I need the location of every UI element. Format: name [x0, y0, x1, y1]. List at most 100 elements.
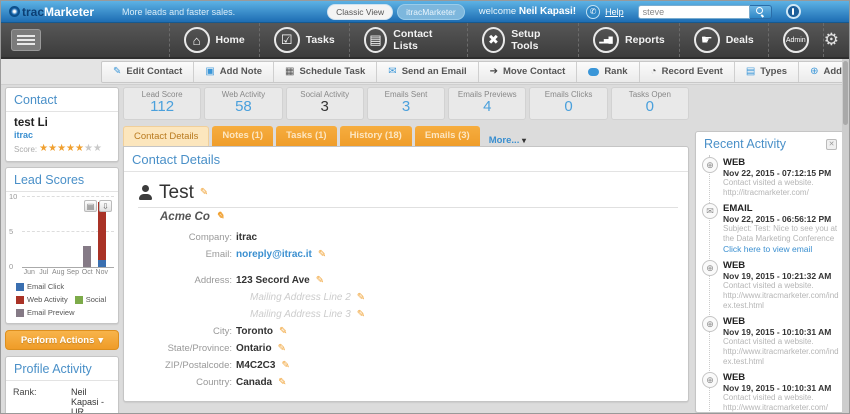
contact-company-link[interactable]: itrac: [14, 130, 110, 140]
toolbar-button-add-note[interactable]: ▣Add Note: [194, 62, 274, 82]
star-icon: ★: [93, 143, 102, 154]
star-icon: ★: [48, 143, 57, 154]
tab-history-18[interactable]: History (18): [340, 126, 412, 146]
field-row-state-province: State/Province:Ontario✎: [144, 340, 688, 357]
toolbar-button-label: Move Contact: [503, 66, 565, 77]
phone-support-icon[interactable]: ✆: [586, 5, 600, 19]
stat-tasks-open: Tasks Open0: [611, 87, 689, 120]
left-sidebar: Contact test Li itrac Score: ★★★★★★★ Lea…: [5, 87, 119, 414]
profile-row-rank: Rank:Neil Kapasi - UR: [13, 387, 111, 414]
more-tabs-link[interactable]: More... ▾: [489, 135, 526, 146]
nav-item-reports[interactable]: ▂▅█Reports: [578, 23, 679, 57]
classic-view-button[interactable]: Classic View: [327, 4, 393, 20]
stat-web-activity: Web Activity58: [204, 87, 282, 120]
toolbar-button-send-an-email[interactable]: ✉Send an Email: [377, 62, 478, 82]
activity-text: http://www.itracmarketer.com/: [723, 403, 839, 413]
edit-pencil-icon[interactable]: ✎: [357, 292, 365, 303]
scrollbar-thumb[interactable]: [843, 61, 848, 125]
logout-power-button[interactable]: [786, 4, 801, 19]
edit-pencil-icon[interactable]: ✎: [281, 360, 289, 371]
logo-trac: trac: [22, 5, 44, 19]
stat-emails-sent: Emails Sent3: [367, 87, 445, 120]
logo-marketer: Marketer: [44, 5, 94, 19]
chart-print-icon[interactable]: ▤: [84, 200, 97, 212]
activity-date: Nov 19, 2015 - 10:21:32 AM: [723, 271, 839, 281]
globe-icon: ⊕: [702, 372, 718, 388]
company-title: Acme Co: [160, 211, 210, 223]
tab-contact-details[interactable]: Contact Details: [123, 126, 209, 146]
edit-pencil-icon[interactable]: ✎: [318, 249, 326, 260]
edit-pencil-icon[interactable]: ✎: [316, 275, 324, 286]
field-row-city: City:Toronto✎: [144, 323, 688, 340]
tab-emails-3[interactable]: Emails (3): [415, 126, 480, 146]
edit-name-pencil-icon[interactable]: ✎: [200, 187, 208, 198]
search-input[interactable]: [638, 5, 750, 19]
send-email-icon: ✉: [388, 67, 396, 77]
toolbar-button-types[interactable]: ▤Types: [735, 62, 799, 82]
itracmarketer-logo: tracMarketer: [9, 5, 94, 19]
toolbar-button-rank[interactable]: Rank: [577, 62, 639, 82]
schedule-task-icon: ▦: [285, 67, 294, 77]
legend-email-preview: Email Preview: [16, 308, 75, 317]
search-bar: [638, 5, 772, 19]
toolbar-button-label: Add Note: [220, 66, 262, 77]
recent-close-icon[interactable]: ✕: [826, 139, 837, 150]
deals-icon: ☛: [694, 27, 720, 53]
nav-item-deals[interactable]: ☛Deals: [679, 23, 768, 57]
legend-web-activity: Web Activity: [16, 295, 68, 304]
globe-icon: ⊕: [702, 157, 718, 173]
nav-item-tasks[interactable]: ☑Tasks: [259, 23, 349, 57]
legend-email-click: Email Click: [16, 282, 64, 291]
nav-item-label: Contact Lists: [393, 28, 452, 52]
field-label: Country:: [144, 377, 232, 388]
activity-entry-body: WEBNov 19, 2015 - 10:10:31 AMContact vis…: [723, 316, 839, 367]
activity-entry: ⊕WEBNov 19, 2015 - 10:10:31 AMContact vi…: [702, 316, 839, 367]
legend-label: Email Preview: [27, 308, 75, 317]
edit-pencil-icon[interactable]: ✎: [279, 326, 287, 337]
nav-settings-gear-icon[interactable]: ⚙: [824, 30, 839, 50]
edit-company-pencil-icon[interactable]: ✎: [216, 211, 224, 222]
chart-x-label: Sep: [66, 269, 81, 276]
stat-emails-clicks: Emails Clicks0: [529, 87, 607, 120]
field-value: 4163649444: [236, 400, 322, 402]
action-toolbar: ✎Edit Contact▣Add Note▦Schedule Task✉Sen…: [1, 59, 850, 85]
nav-item-contact-lists[interactable]: ▤Contact Lists: [349, 23, 467, 57]
edit-pencil-icon[interactable]: ✎: [357, 309, 365, 320]
nav-item-admin[interactable]: Admin: [768, 23, 824, 57]
search-button[interactable]: [750, 5, 772, 19]
help-link[interactable]: Help: [605, 7, 624, 17]
perform-actions-button[interactable]: Perform Actions ▾: [5, 330, 119, 350]
stat-lead-score: Lead Score112: [123, 87, 201, 120]
toolbar-button-edit-contact[interactable]: ✎Edit Contact: [102, 62, 194, 82]
toolbar-buttons: ✎Edit Contact▣Add Note▦Schedule Task✉Sen…: [101, 61, 850, 83]
toolbar-button-move-contact[interactable]: ➔ Move Contact: [479, 62, 578, 82]
chart-download-icon[interactable]: ⇩: [99, 200, 112, 212]
edit-pencil-icon[interactable]: ✎: [278, 343, 286, 354]
tab-notes-1[interactable]: Notes (1): [212, 126, 273, 146]
toolbar-button-schedule-task[interactable]: ▦Schedule Task: [274, 62, 377, 82]
chart-gridline: [22, 196, 114, 197]
move-contact-icon: ➔: [490, 67, 498, 77]
view-email-link[interactable]: Click here to view email: [723, 244, 839, 255]
nav-item-setup-tools[interactable]: ✖Setup Tools: [467, 23, 578, 57]
itracmarketer-view-button[interactable]: itracMarketer: [397, 4, 465, 20]
edit-pencil-icon[interactable]: ✎: [278, 377, 286, 388]
toolbar-button-record-event[interactable]: ◔Record Event: [640, 62, 735, 82]
field-label: State/Province:: [144, 343, 232, 354]
hamburger-menu-button[interactable]: [11, 29, 41, 51]
stat-emails-previews: Emails Previews4: [448, 87, 526, 120]
activity-text: http://www.itracmarketer.com/index.test.…: [723, 291, 839, 311]
username: Neil Kapasi!: [519, 6, 576, 17]
stat-value: 0: [534, 99, 602, 116]
field-value: itrac: [236, 232, 257, 243]
page-scrollbar[interactable]: [842, 59, 849, 413]
field-value[interactable]: noreply@itrac.it: [236, 249, 312, 260]
tab-tasks-1[interactable]: Tasks (1): [276, 126, 336, 146]
lead-scores-chart: ▤ ⇩ 0510 JunJulAugSepOctNov: [6, 192, 118, 278]
field-label: ZIP/Postalcode:: [144, 360, 232, 371]
field-value: Mailing Address Line 2: [236, 292, 351, 303]
nav-item-home[interactable]: ⌂Home: [169, 23, 259, 57]
stat-value: 0: [616, 99, 684, 116]
stat-value: 112: [128, 99, 196, 116]
activity-type: EMAIL: [723, 203, 839, 214]
